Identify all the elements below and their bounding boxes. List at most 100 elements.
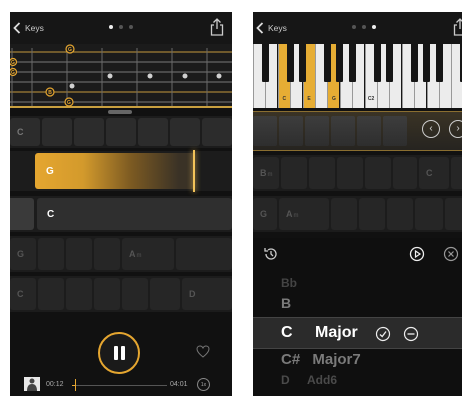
page-indicator[interactable] [253,25,462,29]
history-icon[interactable] [263,246,279,262]
chord-cell[interactable]: C [10,278,36,310]
fret-note: B [48,90,52,96]
chord-cell[interactable] [387,198,413,230]
left-screen: Keys G G G B G C G C G A m C D 00:12 04:… [10,12,232,396]
chord-cell[interactable]: C [10,118,40,146]
chord-cell[interactable] [176,238,232,270]
picker-toolbar [253,238,462,270]
chord-cell[interactable] [38,278,64,310]
chord-cell[interactable] [122,278,148,310]
chord-cell[interactable] [331,198,357,230]
chord-cell[interactable] [150,278,180,310]
chord-cell[interactable]: Am [122,238,174,270]
guitar-fretboard[interactable]: G G G B G [10,44,232,108]
page-dot[interactable] [362,25,366,29]
heart-icon[interactable] [196,345,210,358]
picker-item[interactable]: B [281,295,291,311]
page-dot[interactable] [119,25,123,29]
chord-cell[interactable] [445,198,462,230]
chord-cell[interactable]: Bm [253,157,279,189]
share-icon[interactable] [210,18,224,36]
next-chord-cell[interactable]: C [37,198,232,230]
chord-cell[interactable] [138,118,168,146]
chevron-left-circle-icon[interactable]: ‹ [422,120,440,138]
piano-black-key[interactable] [435,44,443,82]
chord-cell[interactable]: Am [279,198,329,230]
chord-cell[interactable] [281,157,307,189]
picker-item[interactable]: Bb [281,276,297,290]
chord-cell[interactable]: G [10,238,36,270]
timeline-segment[interactable] [383,116,407,146]
page-dot[interactable] [109,25,113,29]
piano-black-key[interactable] [385,44,393,82]
active-chord-label: G [46,165,54,177]
piano-black-key[interactable] [348,44,356,82]
active-chord-cell[interactable]: G [35,153,195,189]
piano-key-label: E [307,96,311,102]
check-circle-icon[interactable] [375,326,391,342]
timeline-segment[interactable] [305,116,329,146]
piano-black-key[interactable] [286,44,294,82]
chord-cell[interactable] [415,198,443,230]
chord-cell[interactable] [309,157,335,189]
page-dot[interactable] [352,25,356,29]
chord-cell[interactable] [365,157,391,189]
chord-cell[interactable] [202,118,232,146]
piano-black-key[interactable] [410,44,418,82]
chord-cell[interactable] [337,157,363,189]
piano-black-key[interactable] [336,44,344,82]
album-thumbnail[interactable] [24,377,40,391]
pause-button[interactable] [98,332,140,374]
chord-cell[interactable] [66,238,92,270]
chord-lane: C D [10,276,232,312]
chord-cell[interactable] [10,198,34,230]
chord-cell[interactable] [359,198,385,230]
page-dot[interactable] [129,25,133,29]
timeline-segment[interactable] [357,116,381,146]
chord-cell[interactable] [94,278,120,310]
page-indicator[interactable] [10,25,232,29]
timeline-segment[interactable] [331,116,355,146]
piano-black-key[interactable] [299,44,307,82]
timeline-segment[interactable] [279,116,303,146]
close-circle-icon[interactable] [443,246,459,262]
chord-cell[interactable] [38,238,64,270]
picker-item-selected[interactable]: C Major [281,324,358,342]
drag-handle[interactable] [108,110,132,114]
piano-black-key[interactable] [373,44,381,82]
picker-note: D [281,373,290,387]
picker-item[interactable]: D Add6 [281,373,337,387]
chord-lane: Bm C [253,155,462,191]
chord-cell[interactable] [170,118,200,146]
playback-rate-button[interactable]: 1x [197,378,210,391]
chevron-right-circle-icon[interactable]: › [449,120,462,138]
chord-cell[interactable] [451,157,462,189]
piano-keyboard[interactable]: C E G C2 [253,44,462,108]
person-icon [27,378,37,391]
chord-cell[interactable] [393,157,417,189]
chord-cell[interactable] [42,118,72,146]
piano-black-key[interactable] [261,44,269,82]
share-icon[interactable] [453,18,462,36]
chord-cell[interactable] [106,118,136,146]
chord-label: C [17,127,24,137]
chord-cell[interactable]: G [253,198,277,230]
chord-cell[interactable]: C [419,157,449,189]
fretboard-graphic: G G G B G [10,44,232,107]
chord-cell[interactable] [66,278,92,310]
progress-knob[interactable] [75,379,76,391]
chord-cell[interactable]: D [182,278,232,310]
play-circle-icon[interactable] [409,246,425,262]
chord-cell[interactable] [94,238,120,270]
timeline-segment[interactable] [253,116,277,146]
minus-circle-icon[interactable] [403,326,419,342]
progress-track[interactable] [72,385,167,386]
picker-item[interactable]: C# Major7 [281,351,361,368]
piano-black-key[interactable] [423,44,431,82]
page-dot[interactable] [372,25,376,29]
chord-label: A [286,209,293,219]
chord-label: C [17,289,24,299]
piano-black-key[interactable] [323,44,331,82]
chord-lane: G Am [10,236,232,272]
chord-cell[interactable] [74,118,104,146]
